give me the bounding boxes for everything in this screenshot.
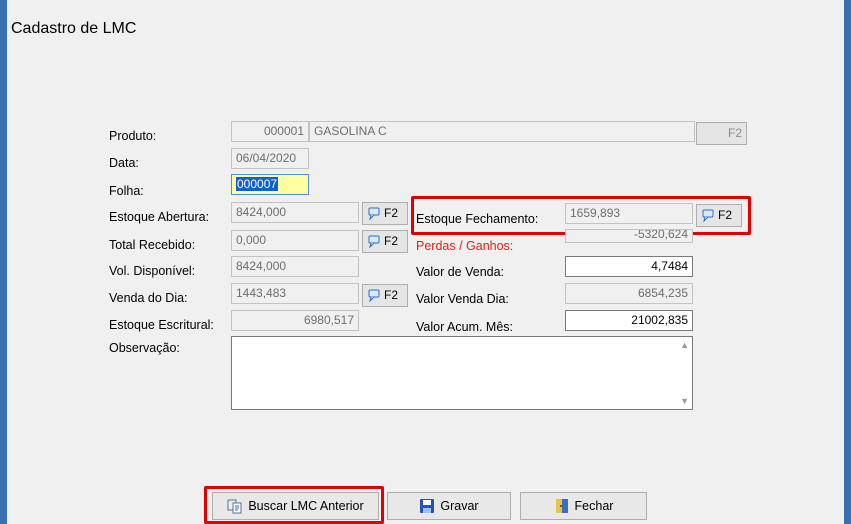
venda-do-dia-field[interactable]: 1443,483 <box>231 283 359 304</box>
valor-venda-dia-field[interactable]: 6854,235 <box>565 283 693 304</box>
estoque-escritural-field[interactable]: 6980,517 <box>231 310 359 331</box>
total-recebido-f2-label: F2 <box>384 234 399 248</box>
search-icon <box>368 235 380 248</box>
gravar-button[interactable]: Gravar <box>387 492 511 520</box>
highlight-buscar-lmc <box>204 486 384 524</box>
total-recebido-f2-button[interactable]: F2 <box>362 230 408 253</box>
produto-f2-label: F2 <box>727 126 742 140</box>
perdas-ganhos-label: Perdas / Ganhos: <box>416 239 514 253</box>
search-icon <box>368 207 380 220</box>
data-label: Data: <box>109 156 139 170</box>
gravar-label: Gravar <box>440 499 479 513</box>
data-field[interactable]: 06/04/2020 <box>231 148 309 169</box>
search-icon <box>368 289 380 302</box>
fechar-button[interactable]: Fechar <box>520 492 647 520</box>
window-border-right <box>844 0 851 524</box>
scroll-down-icon[interactable]: ▼ <box>680 396 689 406</box>
venda-do-dia-f2-label: F2 <box>384 288 399 302</box>
total-recebido-label: Total Recebido: <box>109 238 196 252</box>
door-icon <box>555 499 568 513</box>
folha-value: 000007 <box>236 177 279 191</box>
valor-acum-mes-field[interactable]: 21002,835 <box>565 310 693 331</box>
venda-do-dia-f2-button[interactable]: F2 <box>362 284 408 307</box>
folha-field[interactable]: 000007 <box>231 174 309 195</box>
vol-disponivel-field[interactable]: 8424,000 <box>231 256 359 277</box>
produto-codigo-field[interactable]: 000001 <box>231 121 309 142</box>
valor-acum-mes-label: Valor Acum. Mês: <box>416 320 514 334</box>
estoque-escritural-label: Estoque Escritural: <box>109 318 214 332</box>
produto-descricao-field[interactable]: GASOLINA C <box>309 121 695 142</box>
observacao-textarea[interactable]: ▲ ▼ <box>231 336 693 410</box>
produto-label: Produto: <box>109 129 157 143</box>
estoque-abertura-f2-label: F2 <box>384 206 399 220</box>
vol-disponivel-label: Vol. Disponível: <box>109 264 196 278</box>
estoque-abertura-label: Estoque Abertura: <box>109 210 210 224</box>
scroll-up-icon[interactable]: ▲ <box>680 340 689 350</box>
valor-de-venda-label: Valor de Venda: <box>416 265 505 279</box>
folha-label: Folha: <box>109 184 144 198</box>
valor-de-venda-field[interactable]: 4,7484 <box>565 256 693 277</box>
estoque-abertura-field[interactable]: 8424,000 <box>231 202 359 223</box>
estoque-abertura-f2-button[interactable]: F2 <box>362 202 408 225</box>
save-icon <box>420 499 435 513</box>
total-recebido-field[interactable]: 0,000 <box>231 230 359 251</box>
window-title: Cadastro de LMC <box>11 20 137 37</box>
produto-f2-button[interactable]: F2 <box>696 122 747 145</box>
observacao-label: Observação: <box>109 341 180 355</box>
venda-do-dia-label: Venda do Dia: <box>109 291 188 305</box>
fechar-label: Fechar <box>574 499 614 513</box>
valor-venda-dia-label: Valor Venda Dia: <box>416 292 509 306</box>
perdas-ganhos-field[interactable]: -5320,624 <box>565 229 693 243</box>
window-border-left <box>0 0 7 524</box>
